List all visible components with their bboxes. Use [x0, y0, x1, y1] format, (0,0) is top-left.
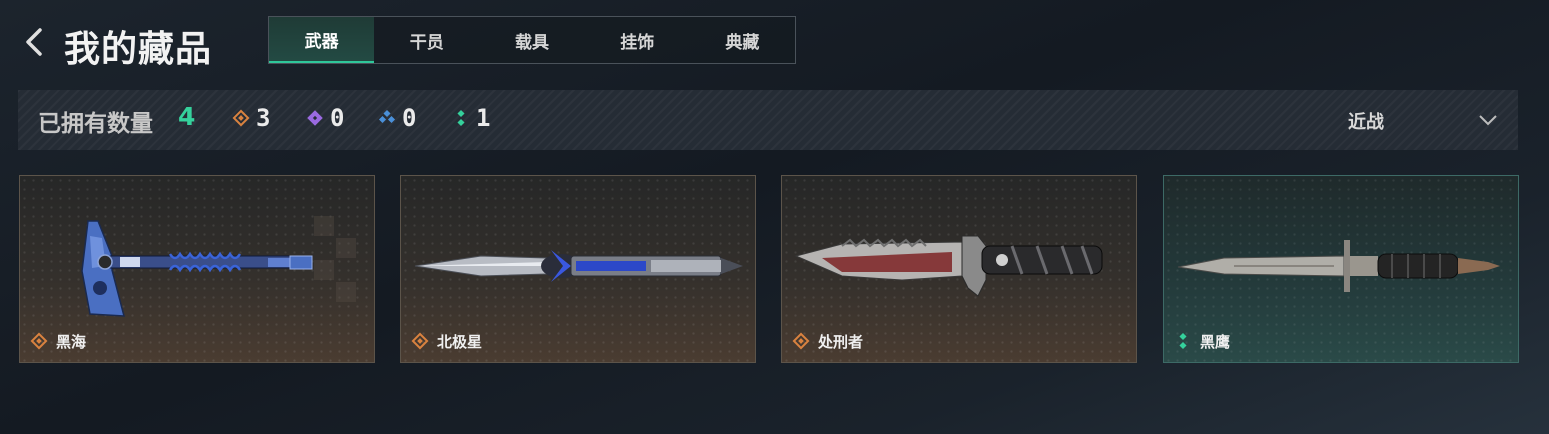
- category-filter-dropdown[interactable]: 近战: [1348, 108, 1384, 134]
- item-card-chuxingzhe[interactable]: 处刑者: [781, 175, 1137, 363]
- tab-vehicles[interactable]: 载具: [479, 17, 584, 63]
- rarity-count-blue: 0: [402, 104, 417, 132]
- owned-label: 已拥有数量: [38, 111, 153, 137]
- item-name: 处刑者: [818, 333, 864, 351]
- green-dots-icon: [1179, 332, 1187, 350]
- rarity-stat-purple: 0: [306, 104, 344, 132]
- rarity-stat-blue: 0: [378, 104, 416, 132]
- back-icon[interactable]: [22, 26, 48, 58]
- item-card-heiying[interactable]: 黑鹰: [1163, 175, 1519, 363]
- category-tabs: 武器 干员 载具 挂饰 典藏: [268, 16, 796, 64]
- rarity-count-green: 1: [476, 104, 491, 132]
- rarity-count-purple: 0: [330, 104, 345, 132]
- item-name: 黑鹰: [1200, 333, 1231, 351]
- purple-diamond-icon: [307, 110, 323, 126]
- tab-operators[interactable]: 干员: [374, 17, 479, 63]
- tab-weapons[interactable]: 武器: [269, 17, 375, 63]
- header: 我的藏品 武器 干员 载具 挂饰 典藏: [0, 0, 1549, 80]
- tab-charms[interactable]: 挂饰: [585, 17, 690, 63]
- summary-bar: 已拥有数量 4 3 0 0 1 近战: [18, 90, 1518, 150]
- chevron-down-icon[interactable]: [1478, 110, 1498, 130]
- orange-diamond-icon: [792, 332, 810, 350]
- rarity-stat-green: 1: [452, 104, 490, 132]
- rarity-stat-orange: 3: [232, 104, 270, 132]
- item-card-heihai[interactable]: 黑海: [19, 175, 375, 363]
- orange-diamond-icon: [411, 332, 429, 350]
- item-card-beijixing[interactable]: 北极星: [400, 175, 756, 363]
- blue-diamond-icon: [378, 109, 396, 124]
- green-dots-icon: [457, 109, 465, 127]
- item-name: 黑海: [56, 333, 87, 351]
- orange-diamond-icon: [30, 332, 48, 350]
- orange-diamond-icon: [232, 109, 250, 127]
- page-title: 我的藏品: [64, 29, 213, 70]
- tab-collection[interactable]: 典藏: [690, 17, 795, 63]
- item-name: 北极星: [437, 333, 483, 351]
- owned-count: 4: [178, 102, 196, 131]
- rarity-count-orange: 3: [256, 104, 271, 132]
